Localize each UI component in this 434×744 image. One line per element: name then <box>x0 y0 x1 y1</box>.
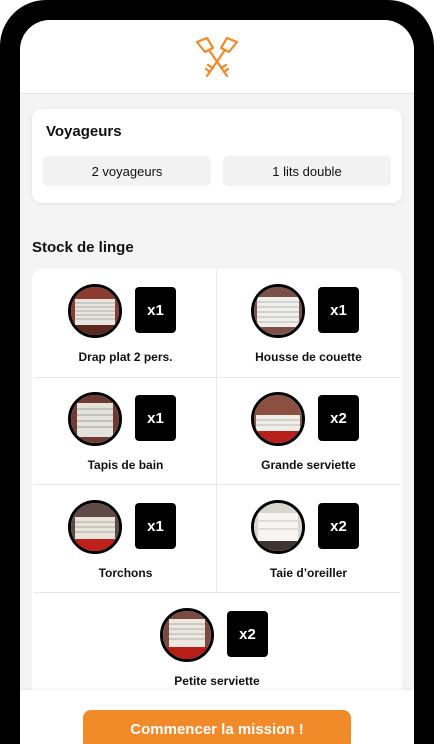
linen-photo <box>68 500 122 554</box>
linen-photo <box>68 284 122 338</box>
linen-stock-title: Stock de linge <box>32 239 134 256</box>
quantity-badge: x1 <box>135 503 176 549</box>
app-screen: Voyageurs 2 voyageurs 1 lits double Stoc… <box>20 20 414 744</box>
linen-item-label: Grande serviette <box>261 458 356 472</box>
quantity-badge: x2 <box>227 611 268 657</box>
linen-stock-grid: x1 Drap plat 2 pers. x1 Housse de couett… <box>32 269 402 709</box>
linen-item-label: Housse de couette <box>255 350 362 364</box>
quantity-badge: x2 <box>318 503 359 549</box>
linen-item: x1 Tapis de bain <box>34 377 217 484</box>
linen-item-label: Torchons <box>98 566 153 580</box>
app-header <box>20 20 414 94</box>
bottom-action-bar: Commencer la mission ! <box>20 690 414 744</box>
quantity-badge: x1 <box>318 287 359 333</box>
linen-photo <box>251 284 305 338</box>
travelers-card: Voyageurs 2 voyageurs 1 lits double <box>32 109 402 203</box>
linen-item: x1 Housse de couette <box>217 269 400 376</box>
linen-item: x1 Torchons <box>34 485 217 592</box>
guests-count: 2 voyageurs <box>43 156 211 186</box>
quantity-badge: x2 <box>318 395 359 441</box>
linen-item: x2 Taie d’oreiller <box>217 485 400 592</box>
linen-photo <box>160 608 214 662</box>
linen-photo <box>251 392 305 446</box>
linen-item-label: Taie d’oreiller <box>269 566 348 580</box>
linen-photo <box>68 392 122 446</box>
quantity-badge: x1 <box>135 287 176 333</box>
travelers-title: Voyageurs <box>46 123 122 140</box>
linen-photo <box>251 500 305 554</box>
linen-item-label: Tapis de bain <box>87 458 164 472</box>
linen-item: x2 Grande serviette <box>217 377 400 484</box>
linen-item-label: Petite serviette <box>174 674 260 688</box>
linen-item-label: Drap plat 2 pers. <box>78 350 173 364</box>
linen-item: x2 Petite serviette <box>34 593 400 700</box>
start-mission-button[interactable]: Commencer la mission ! <box>83 710 351 744</box>
linen-item: x1 Drap plat 2 pers. <box>34 269 217 376</box>
beds-count: 1 lits double <box>223 156 391 186</box>
crossed-keys-icon <box>195 36 239 78</box>
quantity-badge: x1 <box>135 395 176 441</box>
phone-frame: Voyageurs 2 voyageurs 1 lits double Stoc… <box>0 0 434 744</box>
